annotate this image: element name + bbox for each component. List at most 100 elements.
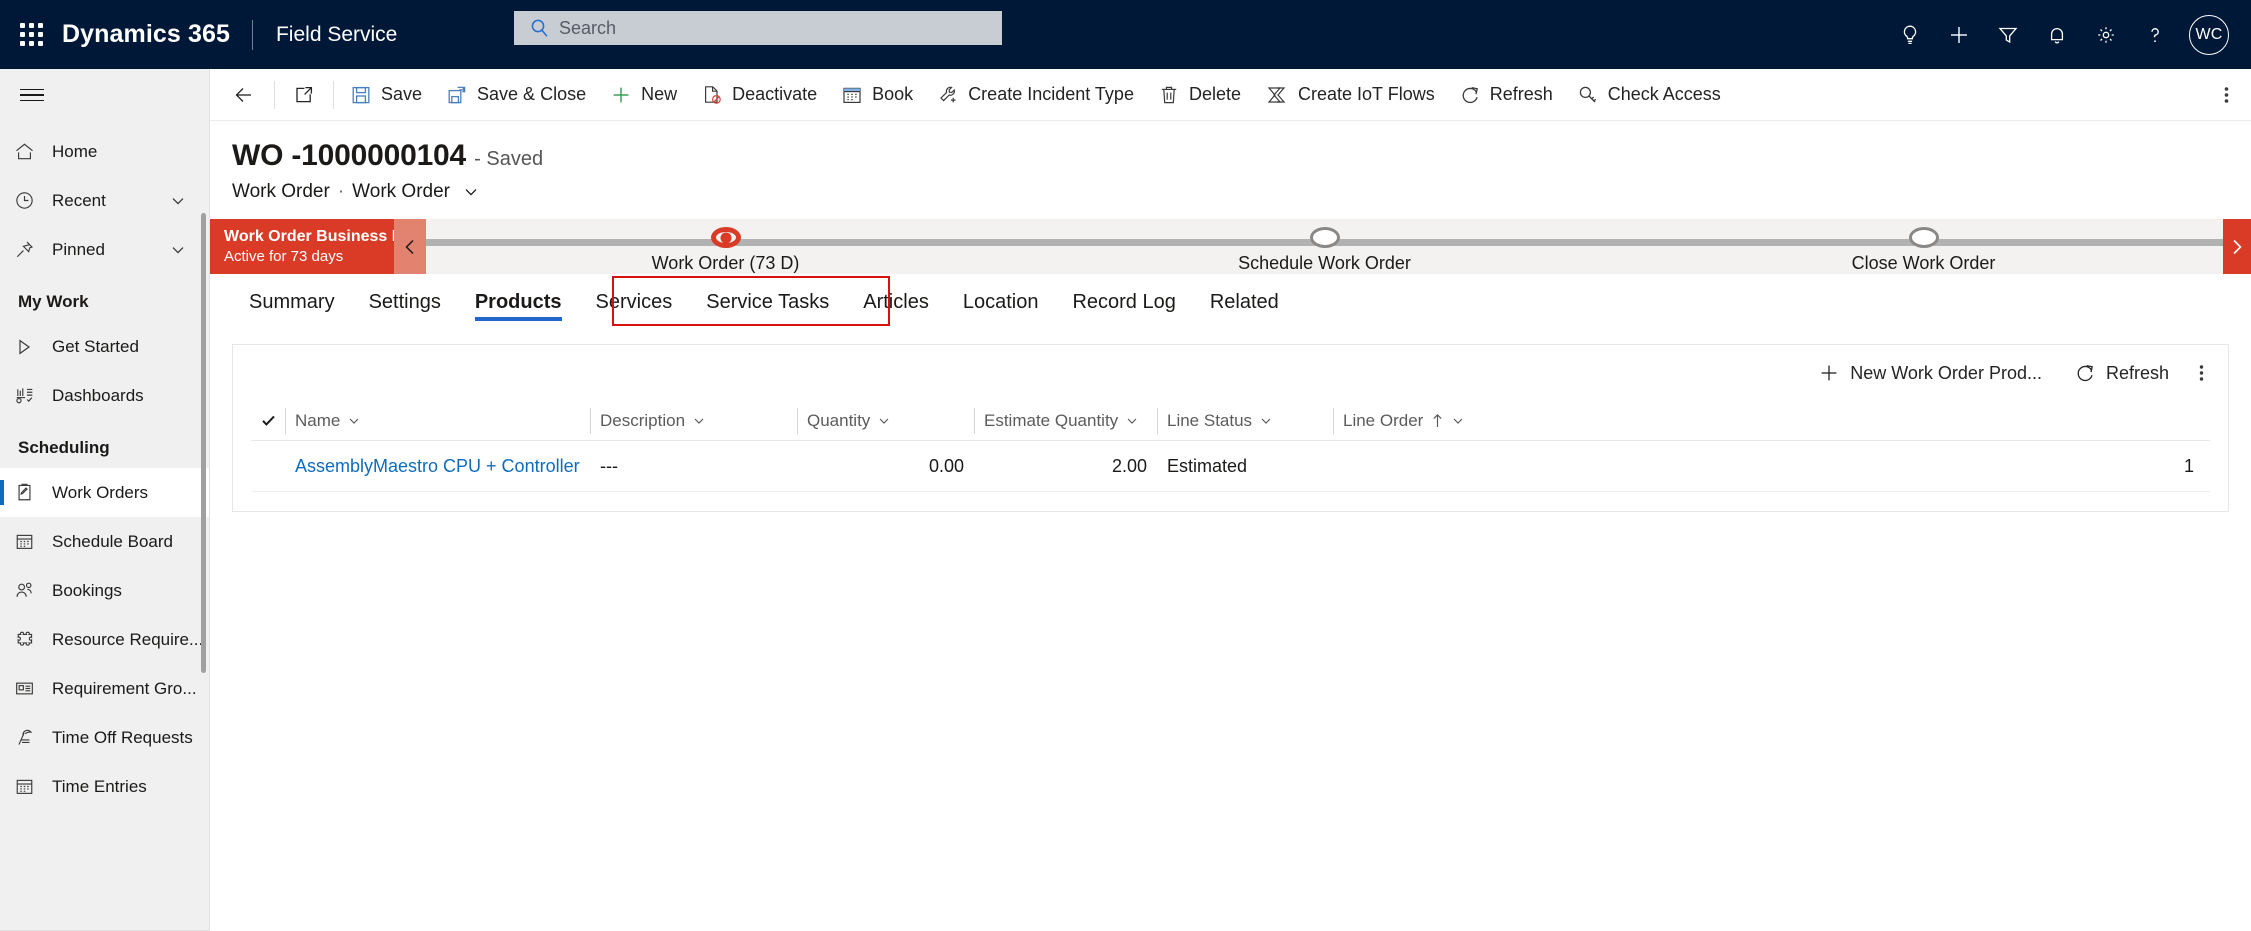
bpf-stage-node-idle xyxy=(1309,227,1340,248)
book-button[interactable]: Book xyxy=(829,69,925,121)
tab-label: Products xyxy=(474,290,562,313)
chevron-down-icon[interactable] xyxy=(169,241,187,259)
grid-refresh-button[interactable]: Refresh xyxy=(2058,351,2185,395)
sidebar-item-requirement-groups[interactable]: Requirement Gro... xyxy=(0,664,209,713)
avatar[interactable]: WC xyxy=(2189,14,2229,55)
table-row[interactable]: AssemblyMaestro CPU + Controller --- 0.0… xyxy=(251,441,2210,492)
form-selector-label[interactable]: Work Order xyxy=(352,181,450,203)
column-header-name[interactable]: Name xyxy=(285,401,590,441)
command-label: Delete xyxy=(1188,84,1241,104)
sidebar-item-time-off-requests[interactable]: Time Off Requests xyxy=(0,713,209,762)
chevron-down-icon[interactable] xyxy=(692,414,706,428)
deactivate-icon xyxy=(701,84,723,106)
tab-settings[interactable]: Settings xyxy=(352,274,458,330)
chevron-down-icon[interactable] xyxy=(1259,414,1273,428)
sidebar-item-dashboards[interactable]: Dashboards xyxy=(0,371,209,420)
sidebar-item-label: Requirement Gro... xyxy=(52,678,197,698)
tab-label: Record Log xyxy=(1072,290,1176,313)
column-header-line-status[interactable]: Line Status xyxy=(1157,401,1333,441)
tab-label: Articles xyxy=(863,290,929,313)
select-all-checkbox[interactable] xyxy=(251,401,285,441)
global-search[interactable]: Search xyxy=(514,11,1002,45)
plus-icon[interactable] xyxy=(1934,11,1983,59)
bpf-stage-work-order[interactable]: Work Order (73 D) xyxy=(426,219,1025,274)
tab-service-tasks[interactable]: Service Tasks xyxy=(689,274,846,330)
bpf-stage-name: Close Work Order xyxy=(1851,253,1996,273)
sidebar-item-time-entries[interactable]: Time Entries xyxy=(0,762,209,811)
command-label: Refresh xyxy=(1489,84,1553,104)
sidebar-item-work-orders[interactable]: Work Orders xyxy=(0,468,209,517)
chevron-down-icon[interactable] xyxy=(347,414,361,428)
sidebar-item-bookings[interactable]: Bookings xyxy=(0,566,209,615)
create-incident-type-button[interactable]: Create Incident Type xyxy=(925,69,1146,121)
filter-icon[interactable] xyxy=(1983,11,2032,59)
sidebar-item-get-started[interactable]: Get Started xyxy=(0,322,209,371)
create-iot-flows-button[interactable]: Create IoT Flows xyxy=(1253,69,1447,121)
page-title: WO -1000000104 - Saved xyxy=(232,139,2251,173)
tab-services[interactable]: Services xyxy=(579,274,690,330)
save-and-close-button[interactable]: Save & Close xyxy=(434,69,598,121)
chevron-down-icon[interactable] xyxy=(462,183,480,201)
bpf-next-stage-button[interactable] xyxy=(2223,219,2251,274)
gear-icon[interactable] xyxy=(2081,11,2130,59)
bpf-stage-schedule-work-order[interactable]: Schedule Work Order xyxy=(1025,219,1624,274)
tab-products[interactable]: Products xyxy=(458,274,579,330)
help-icon[interactable] xyxy=(2130,11,2179,59)
sidebar-item-resource-requirements[interactable]: Resource Require... xyxy=(0,615,209,664)
brand-title[interactable]: Dynamics 365 xyxy=(62,20,252,49)
command-label: Check Access xyxy=(1607,84,1721,104)
command-label: Book xyxy=(872,84,914,104)
search-icon xyxy=(530,18,550,38)
refresh-button[interactable]: Refresh xyxy=(1447,69,1565,121)
row-select-checkbox[interactable] xyxy=(251,441,285,492)
tab-label: Services xyxy=(595,290,673,313)
sidebar-item-schedule-board[interactable]: Schedule Board xyxy=(0,517,209,566)
delete-button[interactable]: Delete xyxy=(1146,69,1253,121)
top-nav-actions: WC xyxy=(1885,11,2251,59)
chevron-down-icon[interactable] xyxy=(1125,414,1139,428)
app-name[interactable]: Field Service xyxy=(253,23,397,47)
record-header: WO -1000000104 - Saved Work Order · Work… xyxy=(210,121,2251,203)
chevron-down-icon[interactable] xyxy=(877,414,891,428)
column-header-estimate-quantity[interactable]: Estimate Quantity xyxy=(974,401,1157,441)
check-access-button[interactable]: Check Access xyxy=(1565,69,1733,121)
open-in-new-window-button[interactable] xyxy=(279,69,329,121)
grid-toolbar-label: New Work Order Prod... xyxy=(1850,362,2042,383)
new-work-order-product-button[interactable]: New Work Order Prod... xyxy=(1802,351,2058,395)
tab-label: Location xyxy=(962,290,1039,313)
sidebar-scrollbar[interactable] xyxy=(201,213,206,673)
app-launcher-icon[interactable] xyxy=(0,23,62,46)
bell-icon[interactable] xyxy=(2032,11,2081,59)
column-header-quantity[interactable]: Quantity xyxy=(797,401,974,441)
calendar-icon xyxy=(841,84,863,106)
column-header-line-order[interactable]: Line Order xyxy=(1333,401,2210,441)
tab-record-log[interactable]: Record Log xyxy=(1055,274,1192,330)
bpf-collapse-button[interactable] xyxy=(394,219,426,274)
sidebar-group-scheduling: Scheduling xyxy=(18,438,110,457)
chevron-down-icon[interactable] xyxy=(169,192,187,210)
tab-summary[interactable]: Summary xyxy=(232,274,352,330)
new-button[interactable]: New xyxy=(598,69,689,121)
tab-articles[interactable]: Articles xyxy=(846,274,946,330)
more-commands-button[interactable] xyxy=(2202,69,2251,121)
sidebar-item-home[interactable]: Home xyxy=(0,127,209,176)
tab-location[interactable]: Location xyxy=(946,274,1056,330)
cell-name[interactable]: AssemblyMaestro CPU + Controller xyxy=(285,441,590,492)
command-separator xyxy=(274,80,275,109)
lightbulb-icon[interactable] xyxy=(1885,11,1934,59)
search-input[interactable]: Search xyxy=(514,11,1002,45)
grid-more-commands-button[interactable] xyxy=(2185,351,2218,395)
column-header-description[interactable]: Description xyxy=(590,401,797,441)
back-button[interactable] xyxy=(218,69,270,121)
bpf-process-header[interactable]: Work Order Business Pro... Active for 73… xyxy=(210,219,432,274)
hamburger-menu-icon[interactable] xyxy=(0,69,209,121)
tab-related[interactable]: Related xyxy=(1193,274,1296,330)
sidebar-item-pinned[interactable]: Pinned xyxy=(0,225,209,274)
cell-line-status: Estimated xyxy=(1167,455,1248,476)
chevron-down-icon[interactable] xyxy=(1451,414,1465,428)
sidebar-item-recent[interactable]: Recent xyxy=(0,176,209,225)
deactivate-button[interactable]: Deactivate xyxy=(689,69,829,121)
save-button[interactable]: Save xyxy=(338,69,434,121)
bpf-stage-close-work-order[interactable]: Close Work Order xyxy=(1624,219,2223,274)
sidebar-item-label: Resource Require... xyxy=(52,629,204,649)
